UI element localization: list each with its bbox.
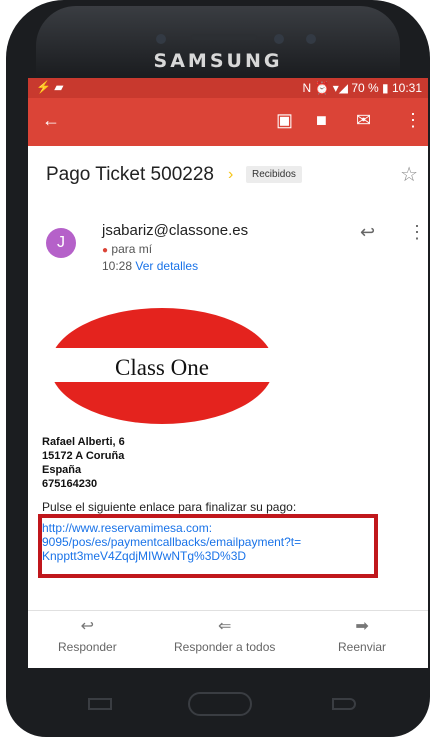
lock-icon: ●: [102, 245, 109, 256]
avatar[interactable]: J: [46, 228, 76, 258]
inbox-label-chip[interactable]: Recibidos: [246, 166, 302, 183]
details-link[interactable]: Ver detalles: [135, 259, 198, 273]
recent-apps-icon[interactable]: [88, 698, 112, 710]
battery-icon: ▮: [382, 81, 392, 95]
reply-all-button[interactable]: ⇐ Responder a todos: [174, 616, 275, 654]
address-line: 15172 A Coruña: [42, 450, 125, 462]
reply-actions-bar: ↩ Responder ⇐ Responder a todos ➡ Reenvi…: [28, 616, 428, 668]
logo-text: Class One: [115, 355, 209, 380]
reply-button[interactable]: ↩ Responder: [58, 616, 117, 654]
brand-logo: SAMSUNG: [153, 50, 283, 72]
address-block: Rafael Alberti, 6 15172 A Coruña España …: [42, 435, 125, 491]
forward-icon: ➡: [355, 618, 369, 635]
reply-icon: ↩: [80, 618, 95, 635]
status-bar: ⚡ ▰ N ⏰ ▾◢ 70 % ▮ 10:31: [28, 78, 428, 98]
status-right: N ⏰ ▾◢ 70 % ▮ 10:31: [302, 81, 422, 95]
back-button-icon[interactable]: [332, 698, 356, 710]
email-subject: Pago Ticket 500228: [46, 164, 214, 185]
time-line: 10:28 Ver detalles: [102, 259, 198, 273]
payment-instruction: Pulse el siguiente enlace para finalizar…: [42, 500, 297, 514]
forward-button[interactable]: ➡ Reenviar: [338, 616, 386, 654]
star-icon[interactable]: ☆: [400, 162, 418, 187]
recipient-line: ● para mí: [102, 242, 152, 256]
home-button[interactable]: [188, 692, 252, 716]
phone-screen: ⚡ ▰ N ⏰ ▾◢ 70 % ▮ 10:31 ← ▣ ■ ✉ ⋮ Pago T…: [28, 78, 428, 668]
reply-icon[interactable]: ↩: [360, 222, 375, 243]
address-line: 675164230: [42, 478, 98, 490]
reply-all-label: Responder a todos: [174, 640, 276, 654]
address-line: España: [42, 464, 82, 476]
more-vert-icon[interactable]: ⋮: [404, 110, 422, 131]
hardware-nav: [60, 692, 376, 716]
sensor-icon: [274, 34, 284, 44]
recipient: para mí: [111, 242, 153, 256]
app-toolbar: ← ▣ ■ ✉ ⋮: [28, 98, 428, 146]
archive-icon[interactable]: ▣: [276, 110, 293, 131]
battery-level: 70 %: [351, 81, 379, 95]
sender-email: jsabariz@classone.es: [102, 222, 249, 239]
front-camera-icon: [156, 34, 166, 44]
reply-label: Responder: [58, 640, 117, 654]
highlight-box: [38, 514, 378, 578]
envelope-icon[interactable]: ✉: [356, 110, 371, 131]
reply-all-icon: ⇐: [218, 618, 232, 635]
divider: [28, 610, 428, 611]
address-line: Rafael Alberti, 6: [42, 436, 125, 448]
sent-time: 10:28: [102, 259, 133, 273]
trash-icon[interactable]: ■: [316, 110, 327, 131]
arrow-left-icon[interactable]: ←: [42, 110, 60, 131]
importance-marker-icon[interactable]: ›: [228, 166, 233, 184]
message-more-icon[interactable]: ⋮: [408, 222, 426, 243]
earpiece-speaker: [191, 34, 257, 40]
sensor-icon: [306, 34, 316, 44]
class-one-logo: Class One: [48, 308, 276, 424]
forward-label: Reenviar: [338, 640, 387, 654]
clock: 10:31: [391, 81, 422, 95]
notification-icons: ⚡ ▰: [36, 80, 64, 94]
status-icons: N ⏰ ▾◢: [302, 81, 352, 95]
